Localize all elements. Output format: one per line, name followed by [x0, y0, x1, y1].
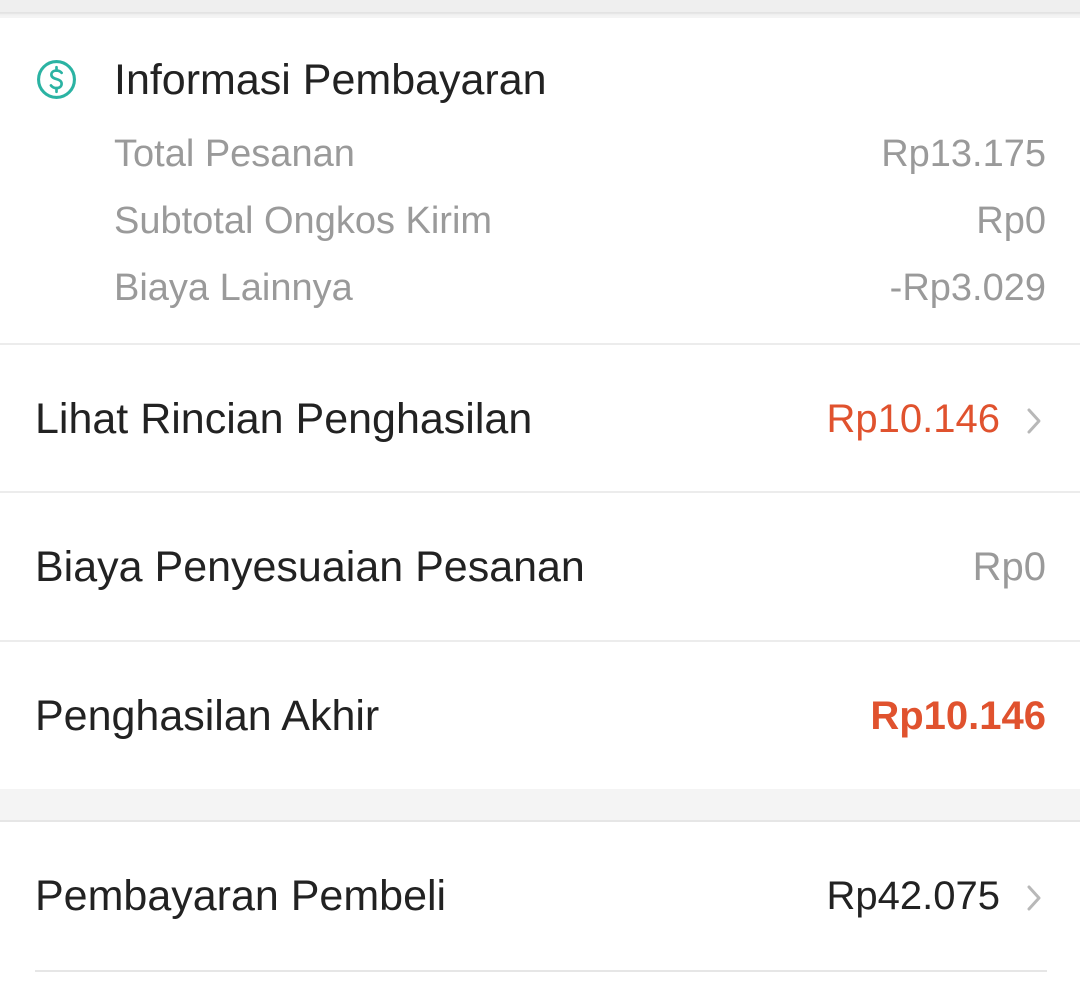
divider: [35, 970, 1047, 972]
top-shadow-bar: [0, 0, 1080, 16]
payment-info-title: Informasi Pembayaran: [114, 56, 547, 104]
final-income-label: Penghasilan Akhir: [35, 692, 380, 740]
row-value: Rp0: [976, 200, 1046, 242]
row-subtotal-ongkos-kirim: Subtotal Ongkos Kirim Rp0: [0, 191, 1080, 251]
row-biaya-lainnya: Biaya Lainnya -Rp3.029: [0, 258, 1080, 318]
row-label: Biaya Lainnya: [114, 267, 353, 309]
income-details-value: Rp10.146: [826, 397, 1000, 441]
income-details-label: Lihat Rincian Penghasilan: [35, 395, 533, 443]
final-income-value: Rp10.146: [870, 694, 1046, 738]
chevron-right-icon: [1027, 408, 1041, 434]
payment-info-header: Informasi Pembayaran: [0, 18, 1080, 138]
order-adjustment-value: Rp0: [972, 545, 1046, 589]
row-total-pesanan: Total Pesanan Rp13.175: [0, 124, 1080, 184]
dollar-circle-icon: [37, 60, 76, 99]
buyer-payment-value: Rp42.075: [826, 874, 1000, 918]
final-income-row: Penghasilan Akhir Rp10.146: [0, 642, 1080, 788]
order-adjustment-row: Biaya Penyesuaian Pesanan Rp0: [0, 493, 1080, 639]
income-details-row[interactable]: Lihat Rincian Penghasilan Rp10.146: [0, 345, 1080, 491]
order-adjustment-label: Biaya Penyesuaian Pesanan: [35, 543, 585, 591]
buyer-payment-label: Pembayaran Pembeli: [35, 872, 447, 920]
buyer-payment-row[interactable]: Pembayaran Pembeli Rp42.075: [0, 822, 1080, 970]
payment-card: Informasi Pembayaran Total Pesanan Rp13.…: [0, 18, 1080, 789]
row-label: Subtotal Ongkos Kirim: [114, 200, 493, 242]
row-value: -Rp3.029: [889, 267, 1046, 309]
row-value: Rp13.175: [881, 133, 1046, 175]
chevron-right-icon: [1027, 885, 1041, 911]
buyer-payment-card: Pembayaran Pembeli Rp42.075: [0, 822, 1080, 992]
row-label: Total Pesanan: [114, 133, 355, 175]
